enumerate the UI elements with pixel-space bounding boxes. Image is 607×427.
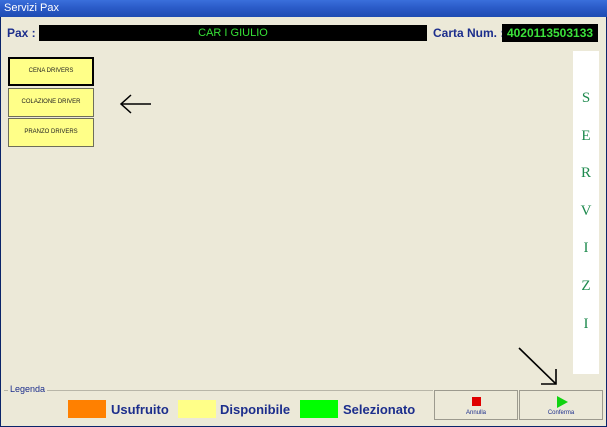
annulla-button[interactable]: Annulla (434, 390, 518, 420)
pax-label: Pax : (7, 26, 36, 40)
arrow-down-right-icon (518, 347, 557, 385)
window-title: Servizi Pax (0, 0, 607, 17)
pax-name-display: CAR I GIULIO (39, 25, 427, 41)
arrow-left-icon (119, 94, 151, 114)
side-letter: V (580, 203, 592, 219)
card-number-display: 4020113503133 (502, 24, 598, 42)
usufruito-label: Usufruito (111, 402, 169, 417)
selezionato-label: Selezionato (343, 402, 416, 417)
side-letter: I (583, 316, 589, 332)
disponibile-label: Disponibile (220, 402, 291, 417)
conferma-button[interactable]: Conferma (519, 390, 603, 420)
service-button-cena-drivers[interactable]: CENA DRIVERS (8, 57, 94, 86)
usufruito-swatch (68, 400, 106, 418)
disponibile-swatch (178, 400, 216, 418)
card-number-label: Carta Num. : (433, 26, 505, 40)
legend-group: Legenda Usufruito Disponibile Selezionat… (4, 384, 433, 422)
annulla-label: Annulla (465, 410, 486, 416)
service-button-pranzo-drivers[interactable]: PRANZO DRIVERS (8, 118, 94, 147)
side-letter: Z (581, 278, 591, 294)
side-letter: R (580, 165, 591, 181)
stop-icon (472, 397, 481, 406)
side-letter: E (581, 128, 591, 144)
play-icon (557, 396, 568, 408)
main-window: Pax : CAR I GIULIO Carta Num. : 40201135… (0, 17, 607, 427)
selezionato-swatch (300, 400, 338, 418)
service-button-colazione-driver[interactable]: COLAZIONE DRIVER (8, 88, 94, 117)
side-letter: S (581, 90, 591, 106)
conferma-label: Conferma (547, 410, 575, 416)
side-letter: I (583, 240, 589, 256)
servizi-side-panel: S E R V I Z I (573, 51, 599, 374)
legend-title: Legenda (8, 384, 48, 394)
